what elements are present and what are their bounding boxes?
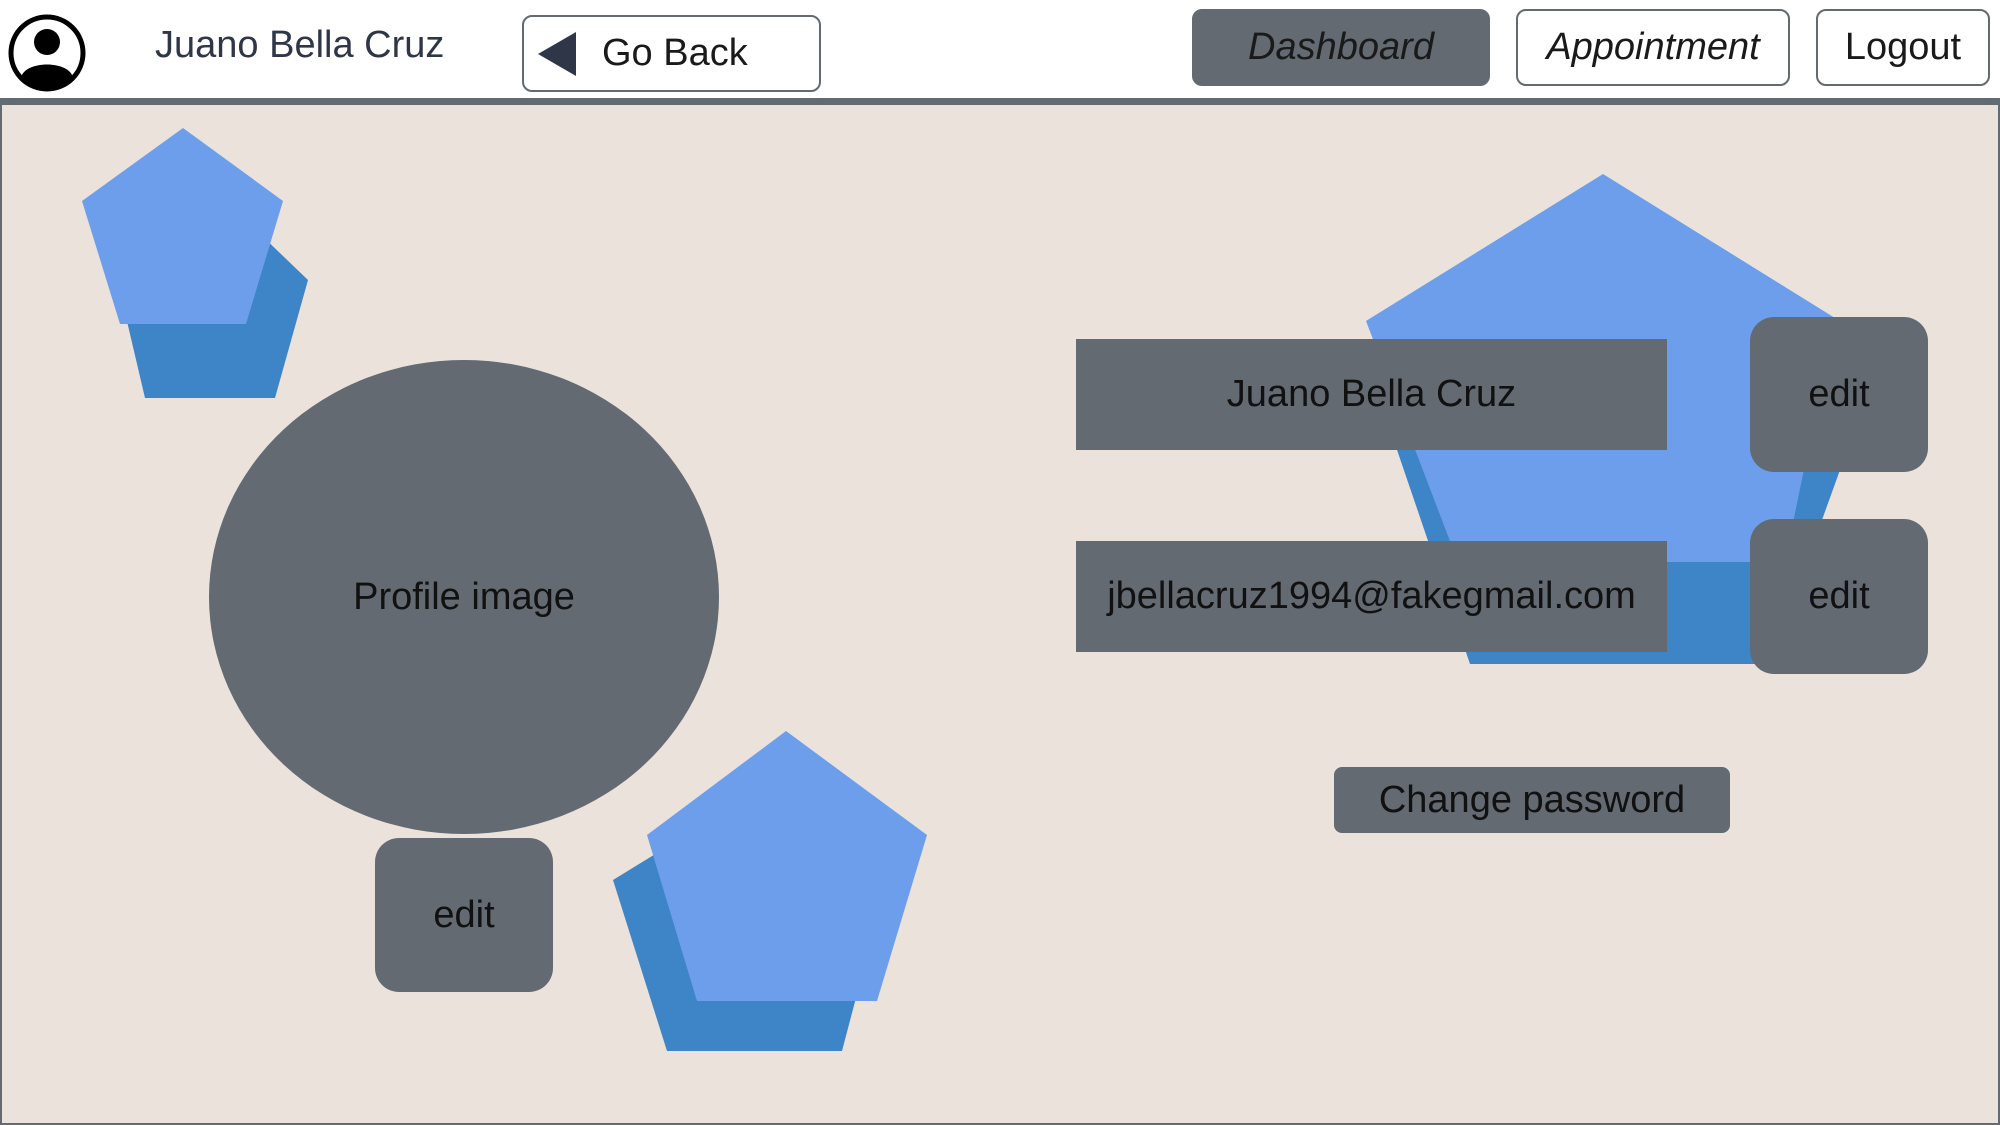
- edit-name-button[interactable]: edit: [1750, 317, 1928, 472]
- edit-label: edit: [1808, 575, 1870, 617]
- change-password-button[interactable]: Change password: [1334, 767, 1730, 833]
- email-value: jbellacruz1994@fakegmail.com: [1107, 575, 1636, 617]
- edit-email-button[interactable]: edit: [1750, 519, 1928, 674]
- edit-profile-image-button[interactable]: edit: [375, 838, 553, 992]
- pentagon-shape-light: [82, 128, 283, 324]
- email-field[interactable]: jbellacruz1994@fakegmail.com: [1076, 541, 1667, 652]
- change-password-label: Change password: [1378, 778, 1686, 821]
- pentagon-shape-light: [647, 731, 927, 1001]
- edit-label: edit: [1808, 373, 1870, 415]
- edit-label: edit: [433, 893, 495, 936]
- profile-image-label: Profile image: [353, 575, 575, 618]
- profile-image[interactable]: Profile image: [209, 360, 719, 834]
- name-value: Juano Bella Cruz: [1226, 373, 1517, 415]
- name-field[interactable]: Juano Bella Cruz: [1076, 339, 1667, 450]
